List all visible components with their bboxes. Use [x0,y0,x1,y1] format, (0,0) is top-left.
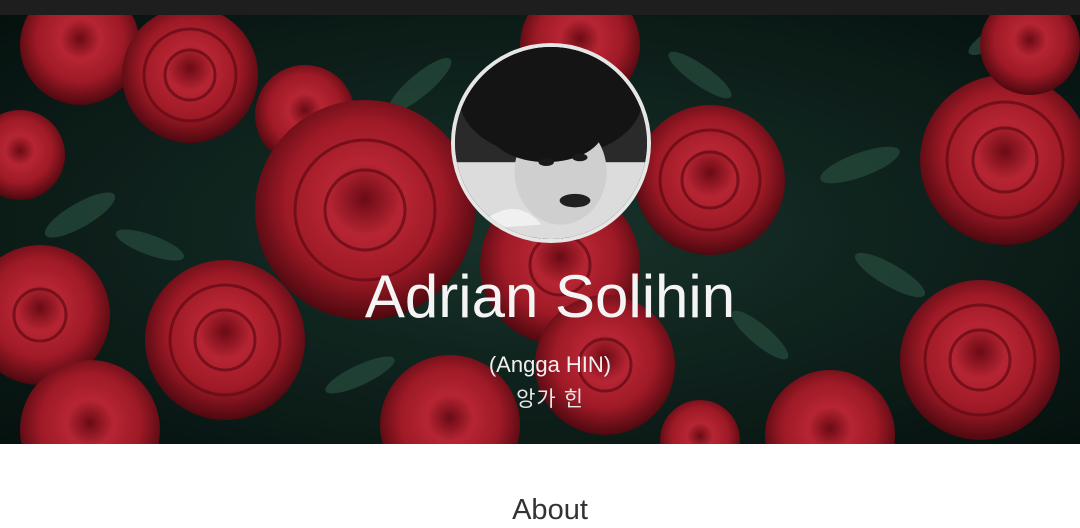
about-heading: About [512,494,588,526]
top-navbar [0,0,1080,15]
profile-avatar [451,43,651,243]
hero-banner: Adrian Solihin (Angga HIN) 앙가 힌 [0,15,1080,444]
profile-korean-name: 앙가 힌 [516,388,584,411]
profile-name: Adrian Solihin [364,263,736,330]
profile-alias: (Angga HIN) [488,352,612,377]
profile-photo [455,47,647,239]
